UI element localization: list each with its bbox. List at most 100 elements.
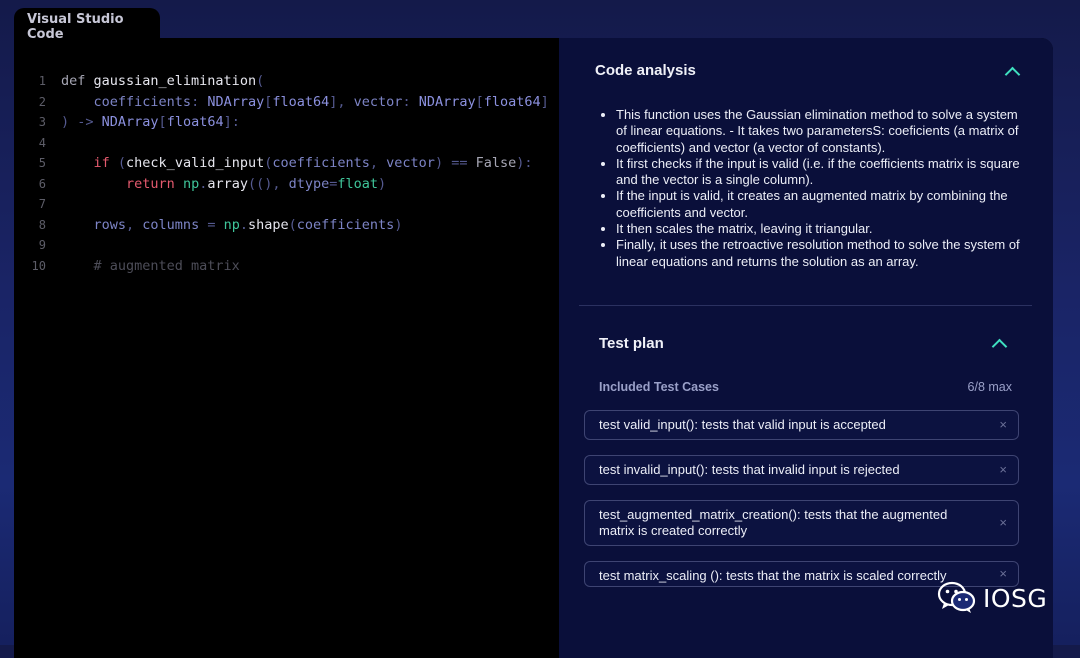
test-case-item[interactable]: test valid_input(): tests that valid inp… (584, 410, 1019, 440)
test-case-label: test invalid_input(): tests that invalid… (599, 462, 900, 477)
analysis-bullet: This function uses the Gaussian eliminat… (616, 107, 1026, 156)
side-panel: Code analysis This function uses the Gau… (559, 38, 1053, 658)
code-token: False (475, 155, 517, 171)
test-case-label: test matrix_scaling (): tests that the m… (599, 568, 947, 583)
code-line[interactable]: 4 (14, 133, 61, 153)
code-token: ] (540, 93, 549, 110)
code-token: float64 (272, 93, 330, 110)
code-token: if (93, 155, 118, 171)
code-token: ((), (247, 175, 289, 192)
included-test-cases-label: Included Test Cases (599, 380, 719, 394)
iosg-watermark: IOSG (937, 580, 1047, 616)
code-token: gaussian_elimination (93, 73, 257, 89)
close-icon[interactable]: × (999, 462, 1007, 478)
code-token: shape (248, 216, 289, 233)
code-token: ( (288, 216, 297, 233)
code-token: array (207, 175, 248, 192)
code-token: : (402, 93, 419, 110)
code-line[interactable]: 5 if (check_valid_input(coefficients, ve… (14, 153, 533, 173)
code-token: : (191, 93, 208, 110)
code-line[interactable]: 7 (14, 194, 61, 214)
code-token: ( (117, 155, 127, 171)
code-token: np (223, 216, 240, 233)
section-divider (579, 305, 1032, 306)
code-token: def (61, 73, 94, 89)
test-case-item[interactable]: test_augmented_matrix_creation(): tests … (584, 500, 1019, 546)
analysis-list: This function uses the Gaussian eliminat… (596, 107, 1026, 270)
line-number: 8 (38, 217, 46, 232)
wechat-icon (937, 581, 976, 613)
code-token: ( (256, 73, 265, 89)
code-token: ) (434, 155, 452, 171)
line-number: 5 (38, 156, 46, 170)
code-token: , (369, 155, 387, 171)
code-token: == (451, 155, 476, 171)
code-line[interactable]: 10 # augmented matrix (14, 256, 240, 276)
code-token: [ (158, 114, 167, 130)
code-line[interactable]: 8 rows, columns = np.shape(coefficients) (14, 215, 403, 235)
code-line[interactable]: 3 ) -> NDArray[float64]: (14, 112, 240, 132)
code-token: vector (386, 155, 435, 171)
test-case-item[interactable]: test invalid_input(): tests that invalid… (584, 455, 1019, 485)
code-token: # augmented matrix (93, 257, 240, 274)
code-token: coefficients (93, 93, 192, 110)
line-number: 6 (38, 176, 46, 191)
code-token: ) (378, 175, 387, 192)
code-token: coefficients (272, 155, 370, 171)
line-number: 9 (38, 238, 46, 252)
analysis-bullet: If the input is valid, it creates an aug… (616, 188, 1026, 221)
test-case-count: 6/8 max (967, 380, 1012, 394)
code-token: ], (329, 93, 354, 110)
line-number: 1 (38, 74, 46, 88)
line-number: 2 (38, 94, 46, 109)
line-number: 7 (38, 197, 46, 211)
app-window: 1 def gaussian_elimination(2 coefficients… (14, 38, 1053, 658)
code-token: vector (353, 93, 403, 110)
code-token: np (182, 175, 200, 192)
line-number: 3 (38, 115, 46, 129)
code-token: float64 (483, 93, 541, 110)
code-token: . (239, 216, 248, 233)
code-line[interactable]: 6 return np.array((), dtype=float) (14, 174, 386, 194)
code-token: ]: (223, 114, 240, 130)
code-token: ) -> (61, 114, 102, 130)
code-token: NDArray (207, 93, 265, 110)
code-token: [ (475, 93, 484, 110)
line-number: 10 (31, 258, 46, 273)
close-icon[interactable]: × (999, 417, 1007, 433)
code-line[interactable]: 1 def gaussian_elimination( (14, 71, 264, 91)
analysis-bullet: It first checks if the input is valid (i… (616, 156, 1026, 189)
code-token: NDArray (101, 114, 159, 130)
analysis-bullet: It then scales the matrix, leaving it tr… (616, 221, 1026, 237)
code-token: rows (93, 216, 127, 233)
code-analysis-title: Code analysis (595, 62, 696, 79)
code-token: = (199, 216, 224, 233)
code-token: check_valid_input (126, 155, 265, 171)
code-token: ) (394, 216, 403, 233)
code-token: float64 (166, 114, 224, 130)
code-token: float (337, 175, 379, 192)
code-token: return (126, 175, 183, 192)
code-line[interactable]: 9 (14, 235, 61, 255)
code-token: dtype (288, 175, 330, 192)
analysis-bullet: Finally, it uses the retroactive resolut… (616, 237, 1026, 270)
test-plan-title: Test plan (599, 335, 664, 352)
code-line[interactable]: 2 coefficients: NDArray[float64], vector… (14, 92, 549, 112)
line-number: 4 (38, 135, 46, 150)
test-case-label: test_augmented_matrix_creation(): tests … (599, 507, 948, 538)
watermark-text: IOSG (983, 583, 1048, 613)
chevron-up-icon[interactable] (991, 338, 1008, 355)
close-icon[interactable]: × (999, 515, 1007, 531)
test-case-label: test valid_input(): tests that valid inp… (599, 417, 886, 432)
code-token: columns (142, 216, 200, 233)
code-token: coefficients (296, 216, 395, 233)
code-editor[interactable]: 1 def gaussian_elimination(2 coefficients… (14, 38, 559, 658)
chevron-up-icon[interactable] (1004, 66, 1021, 83)
code-token: , (126, 216, 143, 233)
code-token: ): (516, 155, 533, 171)
code-token: NDArray (418, 93, 476, 110)
